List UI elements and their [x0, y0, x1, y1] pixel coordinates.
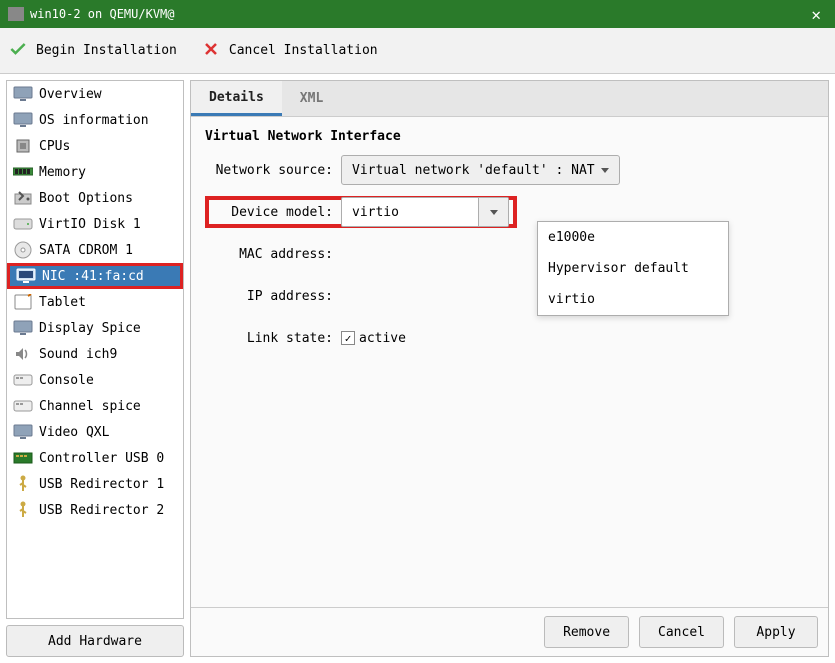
- device-model-select[interactable]: virtio: [341, 197, 509, 227]
- sidebar-item-tablet[interactable]: Tablet: [7, 289, 183, 315]
- sidebar-item-boot-options[interactable]: Boot Options: [7, 185, 183, 211]
- sidebar-item-label: Video QXL: [39, 425, 109, 440]
- link-state-label: Link state:: [205, 331, 341, 346]
- titlebar: win10-2 on QEMU/KVM@ ✕: [0, 0, 835, 28]
- check-icon: [8, 39, 28, 63]
- sidebar-item-label: SATA CDROM 1: [39, 243, 133, 258]
- sidebar-item-label: Controller USB 0: [39, 451, 164, 466]
- sidebar-item-memory[interactable]: Memory: [7, 159, 183, 185]
- panel-title: Virtual Network Interface: [205, 129, 814, 144]
- tab-xml[interactable]: XML: [282, 81, 341, 116]
- add-hardware-button[interactable]: Add Hardware: [6, 625, 184, 657]
- sidebar-item-label: NIC :41:fa:cd: [42, 269, 144, 284]
- network-source-select[interactable]: Virtual network 'default' : NAT: [341, 155, 620, 185]
- cpu-icon: [13, 138, 33, 154]
- link-state-value: active: [359, 331, 406, 346]
- remove-button[interactable]: Remove: [544, 616, 629, 648]
- chevron-down-icon: [601, 168, 609, 173]
- sidebar-item-sata-cdrom-1[interactable]: SATA CDROM 1: [7, 237, 183, 263]
- controller-icon: [13, 450, 33, 466]
- network-source-row: Network source: Virtual network 'default…: [205, 154, 814, 186]
- boot-icon: [13, 190, 33, 206]
- sidebar-item-label: Display Spice: [39, 321, 141, 336]
- sidebar-item-label: USB Redirector 2: [39, 503, 164, 518]
- nic-icon: [16, 268, 36, 284]
- sidebar-item-label: Memory: [39, 165, 86, 180]
- panel-footer: Remove Cancel Apply: [191, 607, 828, 656]
- sidebar-item-label: OS information: [39, 113, 149, 128]
- ip-address-label: IP address:: [205, 289, 341, 304]
- sound-icon: [13, 346, 33, 362]
- sidebar-list[interactable]: Overview OS information CPUs Memory Boot Opt…: [6, 80, 184, 619]
- cdrom-icon: [13, 242, 33, 258]
- sidebar-item-label: Console: [39, 373, 94, 388]
- sidebar-item-overview[interactable]: Overview: [7, 81, 183, 107]
- sidebar-item-sound-ich9[interactable]: Sound ich9: [7, 341, 183, 367]
- sidebar-item-nic-41-fa-cd[interactable]: NIC :41:fa:cd: [7, 263, 183, 289]
- begin-installation-button[interactable]: Begin Installation: [8, 39, 177, 63]
- cancel-installation-button[interactable]: Cancel Installation: [201, 39, 378, 63]
- main-panel: Details XML Virtual Network Interface Ne…: [190, 80, 829, 657]
- tablet-icon: [13, 294, 33, 310]
- begin-installation-label: Begin Installation: [36, 43, 177, 58]
- sidebar-item-os-information[interactable]: OS information: [7, 107, 183, 133]
- vm-window-icon: [8, 7, 24, 21]
- device-model-option[interactable]: virtio: [538, 284, 728, 315]
- content: Overview OS information CPUs Memory Boot Opt…: [0, 74, 835, 663]
- tabbar: Details XML: [191, 81, 828, 117]
- sidebar-item-channel-spice[interactable]: Channel spice: [7, 393, 183, 419]
- sidebar-item-label: CPUs: [39, 139, 70, 154]
- sidebar-item-usb-redirector-1[interactable]: USB Redirector 1: [7, 471, 183, 497]
- sidebar-item-display-spice[interactable]: Display Spice: [7, 315, 183, 341]
- sidebar-item-label: Channel spice: [39, 399, 141, 414]
- cancel-installation-label: Cancel Installation: [229, 43, 378, 58]
- monitor-icon: [13, 424, 33, 440]
- device-model-dropdown-button[interactable]: [478, 198, 508, 226]
- sidebar-item-label: VirtIO Disk 1: [39, 217, 141, 232]
- sidebar-item-label: USB Redirector 1: [39, 477, 164, 492]
- device-model-option[interactable]: Hypervisor default: [538, 253, 728, 284]
- window-title: win10-2 on QEMU/KVM@: [30, 7, 805, 21]
- sidebar-item-label: Tablet: [39, 295, 86, 310]
- sidebar-item-virtio-disk-1[interactable]: VirtIO Disk 1: [7, 211, 183, 237]
- sidebar-item-label: Sound ich9: [39, 347, 117, 362]
- sidebar-item-controller-usb-0[interactable]: Controller USB 0: [7, 445, 183, 471]
- sidebar-item-cpus[interactable]: CPUs: [7, 133, 183, 159]
- close-icon[interactable]: ✕: [805, 5, 827, 24]
- usb-icon: [13, 476, 33, 492]
- cancel-button[interactable]: Cancel: [639, 616, 724, 648]
- console-icon: [13, 372, 33, 388]
- sidebar-item-label: Boot Options: [39, 191, 133, 206]
- sidebar-item-video-qxl[interactable]: Video QXL: [7, 419, 183, 445]
- cancel-icon: [201, 39, 221, 63]
- link-state-checkbox[interactable]: ✓: [341, 331, 355, 345]
- sidebar-item-console[interactable]: Console: [7, 367, 183, 393]
- monitor-icon: [13, 320, 33, 336]
- sidebar-item-label: Overview: [39, 87, 102, 102]
- link-state-row: Link state: ✓ active: [205, 322, 814, 354]
- monitor-icon: [13, 86, 33, 102]
- device-model-value: virtio: [342, 198, 478, 226]
- device-model-row: Device model: virtio: [205, 196, 517, 228]
- usb-icon: [13, 502, 33, 518]
- monitor-icon: [13, 112, 33, 128]
- apply-button[interactable]: Apply: [734, 616, 818, 648]
- tab-details[interactable]: Details: [191, 81, 282, 116]
- network-source-value: Virtual network 'default' : NAT: [352, 163, 595, 178]
- disk-icon: [13, 216, 33, 232]
- chevron-down-icon: [490, 210, 498, 215]
- ram-icon: [13, 164, 33, 180]
- device-model-label: Device model:: [213, 205, 341, 220]
- sidebar-item-usb-redirector-2[interactable]: USB Redirector 2: [7, 497, 183, 523]
- mac-address-label: MAC address:: [205, 247, 341, 262]
- toolbar: Begin Installation Cancel Installation: [0, 28, 835, 74]
- device-model-option[interactable]: e1000e: [538, 222, 728, 253]
- device-model-dropdown[interactable]: e1000eHypervisor defaultvirtio: [537, 221, 729, 316]
- console-icon: [13, 398, 33, 414]
- details-panel: Virtual Network Interface Network source…: [191, 117, 828, 607]
- sidebar: Overview OS information CPUs Memory Boot Opt…: [6, 80, 184, 657]
- network-source-label: Network source:: [205, 163, 341, 178]
